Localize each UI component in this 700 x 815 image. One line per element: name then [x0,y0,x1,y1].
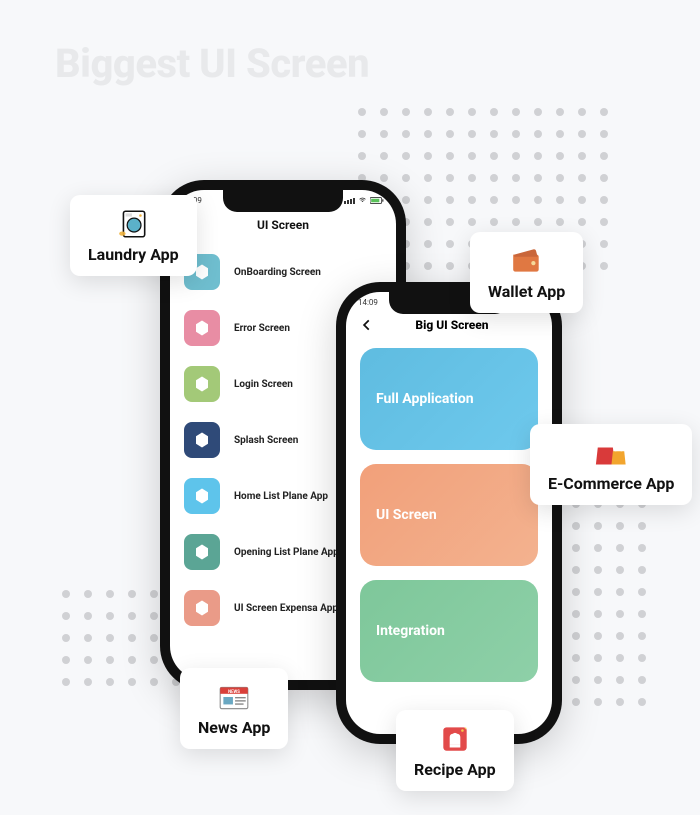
wallet-icon [510,244,544,278]
hexagon-icon [184,422,220,458]
newspaper-icon: NEWS [217,680,251,714]
battery-icon [370,197,384,204]
app-chip-recipe[interactable]: Recipe App [396,710,514,791]
hexagon-icon [184,534,220,570]
hexagon-icon [184,590,220,626]
chip-label: E-Commerce App [548,474,674,493]
decorative-dot-grid [550,500,646,706]
signal-icon [344,198,355,204]
list-item-label: Splash Screen [234,435,298,446]
wifi-icon [358,197,367,204]
phone-notch [223,190,343,212]
card-label: UI Screen [376,507,437,523]
phone-mockup-front: 14:09 Big UI Screen Full Application UI … [336,282,562,744]
status-time: 14:09 [358,298,378,307]
chip-label: News App [198,718,270,737]
app-chip-wallet[interactable]: Wallet App [470,232,583,313]
hexagon-icon [184,310,220,346]
chip-label: Recipe App [414,760,496,779]
chip-label: Laundry App [88,245,179,264]
hexagon-icon [184,478,220,514]
list-item-label: UI Screen Expensa App [234,603,338,614]
card-label: Full Application [376,391,474,407]
shopping-bag-icon [594,436,628,470]
category-card-full-application[interactable]: Full Application [360,348,538,450]
chip-label: Wallet App [488,282,565,301]
app-chip-ecommerce[interactable]: E-Commerce App [530,424,692,505]
list-item-label: Login Screen [234,379,293,390]
background-heading: Biggest UI Screen [55,40,369,87]
chef-hat-icon [438,722,472,756]
svg-text:NEWS: NEWS [228,690,240,695]
category-card-integration[interactable]: Integration [360,580,538,682]
list-item-label: Opening List Plane App [234,547,339,558]
washing-machine-icon [116,207,150,241]
card-label: Integration [376,623,445,639]
hexagon-icon [184,366,220,402]
app-chip-news[interactable]: NEWS News App [180,668,288,749]
category-card-ui-screen[interactable]: UI Screen [360,464,538,566]
screen-title: Big UI Screen [366,318,538,332]
list-item-label: Home List Plane App [234,491,328,502]
list-item-label: Error Screen [234,323,290,334]
list-item-label: OnBoarding Screen [234,267,321,278]
app-chip-laundry[interactable]: Laundry App [70,195,197,276]
